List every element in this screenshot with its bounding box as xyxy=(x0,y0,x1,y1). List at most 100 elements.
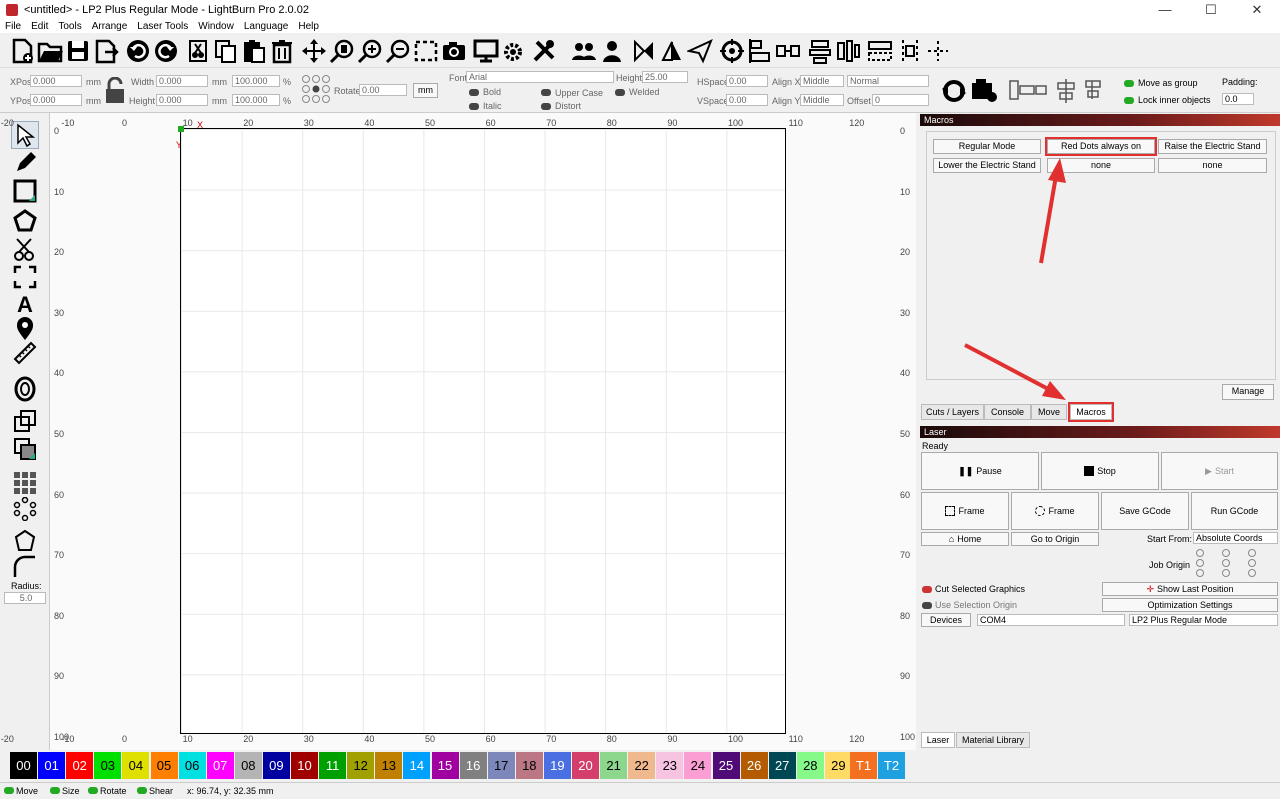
frame-selection-icon[interactable] xyxy=(412,37,440,65)
layer-swatch-29[interactable]: 29 xyxy=(824,752,852,779)
menu-language[interactable]: Language xyxy=(239,20,294,33)
offset-shapes-icon[interactable] xyxy=(11,375,39,403)
rotate-input[interactable]: 0.00 xyxy=(359,84,407,96)
grid-array-icon[interactable] xyxy=(11,469,39,497)
layer-swatch-15[interactable]: 15 xyxy=(431,752,459,779)
layer-swatch-03[interactable]: 03 xyxy=(94,752,122,779)
frame-rect-button[interactable]: Frame xyxy=(921,492,1009,530)
layer-swatch-10[interactable]: 10 xyxy=(291,752,318,779)
font-select[interactable]: Arial xyxy=(466,71,614,83)
devices-button[interactable]: Devices xyxy=(921,613,971,627)
tab-laser[interactable]: Laser xyxy=(921,732,955,748)
layer-swatch-00[interactable]: 00 xyxy=(10,752,37,779)
layer-swatch-21[interactable]: 21 xyxy=(600,752,628,779)
mirror-vertical-icon[interactable] xyxy=(658,37,686,65)
menu-window[interactable]: Window xyxy=(193,20,239,33)
align-tool-icon[interactable] xyxy=(1006,77,1116,107)
zoom-in-icon[interactable] xyxy=(356,37,384,65)
send-icon[interactable] xyxy=(686,37,714,65)
menu-help[interactable]: Help xyxy=(293,20,324,33)
italic-toggle[interactable] xyxy=(469,103,479,110)
device-select[interactable]: LP2 Plus Regular Mode xyxy=(1129,614,1278,626)
hspace-input[interactable]: 0.00 xyxy=(726,75,768,87)
layer-swatch-24[interactable]: 24 xyxy=(684,752,712,779)
text-mode-select[interactable]: Normal xyxy=(847,75,929,87)
layer-swatch-20[interactable]: 20 xyxy=(572,752,599,779)
delete-icon[interactable] xyxy=(268,37,296,65)
reference-point-grid[interactable] xyxy=(301,74,331,106)
layer-swatch-07[interactable]: 07 xyxy=(206,752,234,779)
manage-macros-button[interactable]: Manage xyxy=(1222,384,1274,400)
align-y-select[interactable]: Middle xyxy=(800,94,844,106)
frame-circle-button[interactable]: Frame xyxy=(1011,492,1099,530)
redo-icon[interactable] xyxy=(152,37,180,65)
layer-swatch-28[interactable]: 28 xyxy=(796,752,824,779)
distort-toggle[interactable] xyxy=(541,103,551,110)
machine-icon[interactable] xyxy=(968,77,998,107)
align-left-icon[interactable] xyxy=(746,37,774,65)
menu-tools[interactable]: Tools xyxy=(53,20,86,33)
new-file-icon[interactable] xyxy=(8,37,36,65)
settings-gear-icon[interactable] xyxy=(502,37,530,65)
target-icon[interactable] xyxy=(718,37,746,65)
port-select[interactable]: COM4 xyxy=(977,614,1125,626)
go-to-origin-button[interactable]: Go to Origin xyxy=(1011,532,1099,546)
maximize-button[interactable]: ☐ xyxy=(1188,0,1234,20)
save-gcode-button[interactable]: Save GCode xyxy=(1101,492,1189,530)
export-icon[interactable] xyxy=(92,37,120,65)
run-gcode-button[interactable]: Run GCode xyxy=(1191,492,1278,530)
zoom-out-icon[interactable] xyxy=(384,37,412,65)
tab-material-library[interactable]: Material Library xyxy=(956,732,1030,748)
macro-none-button-2[interactable]: none xyxy=(1158,158,1267,173)
radius-input[interactable]: 5.0 xyxy=(4,592,46,604)
camera-icon[interactable] xyxy=(440,37,468,65)
close-button[interactable]: ✕ xyxy=(1234,0,1280,20)
measure-ruler-icon[interactable] xyxy=(11,339,39,367)
boolean-shapes-icon[interactable] xyxy=(11,435,39,463)
undo-icon[interactable] xyxy=(124,37,152,65)
tabs-tool-icon[interactable] xyxy=(11,527,39,555)
align-x-select[interactable]: Middle xyxy=(800,75,844,87)
move-as-group-toggle[interactable] xyxy=(1124,80,1134,87)
weld-shapes-icon[interactable] xyxy=(11,407,39,435)
device-settings-icon[interactable] xyxy=(530,37,558,65)
layer-swatch-27[interactable]: 27 xyxy=(768,752,796,779)
draw-line-icon[interactable] xyxy=(11,149,39,177)
position-laser-icon[interactable] xyxy=(11,263,39,291)
width-input[interactable]: 0.000 xyxy=(156,75,208,87)
start-from-select[interactable]: Absolute Coords xyxy=(1193,532,1278,544)
text-tool-icon[interactable]: A xyxy=(11,289,39,317)
layer-swatch-t1[interactable]: T1 xyxy=(850,752,877,779)
menu-edit[interactable]: Edit xyxy=(26,20,53,33)
layer-swatch-08[interactable]: 08 xyxy=(234,752,262,779)
menu-file[interactable]: File xyxy=(0,20,26,33)
copy-icon[interactable] xyxy=(212,37,240,65)
bold-toggle[interactable] xyxy=(469,89,479,96)
distribute-icon[interactable] xyxy=(806,37,834,65)
space-horizontal-icon[interactable] xyxy=(866,37,894,65)
edit-nodes-icon[interactable] xyxy=(11,235,39,263)
layer-swatch-14[interactable]: 14 xyxy=(403,752,431,779)
layer-swatch-05[interactable]: 05 xyxy=(150,752,178,779)
start-button[interactable]: ▶ Start xyxy=(1161,452,1278,490)
polygon-tool-icon[interactable] xyxy=(11,207,39,235)
convert-path-icon[interactable] xyxy=(940,77,970,107)
menu-laser-tools[interactable]: Laser Tools xyxy=(132,20,193,33)
zoom-page-icon[interactable] xyxy=(328,37,356,65)
stop-button[interactable]: Stop xyxy=(1041,452,1159,490)
layer-swatch-04[interactable]: 04 xyxy=(122,752,150,779)
space-vertical-icon[interactable] xyxy=(896,37,924,65)
cut-selected-toggle[interactable] xyxy=(922,586,932,593)
scale-width-input[interactable]: 100.000 xyxy=(232,75,280,87)
pause-button[interactable]: ❚❚ Pause xyxy=(921,452,1039,490)
vspace-input[interactable]: 0.00 xyxy=(726,94,768,106)
align-center-icon[interactable] xyxy=(774,37,802,65)
layer-swatch-16[interactable]: 16 xyxy=(459,752,487,779)
layer-swatch-01[interactable]: 01 xyxy=(38,752,66,779)
font-height-input[interactable]: 25.00 xyxy=(642,71,688,83)
optimization-settings-button[interactable]: Optimization Settings xyxy=(1102,598,1278,612)
layer-swatch-25[interactable]: 25 xyxy=(712,752,740,779)
layer-swatch-19[interactable]: 19 xyxy=(543,752,571,779)
save-file-icon[interactable] xyxy=(64,37,92,65)
layer-swatch-13[interactable]: 13 xyxy=(375,752,403,779)
